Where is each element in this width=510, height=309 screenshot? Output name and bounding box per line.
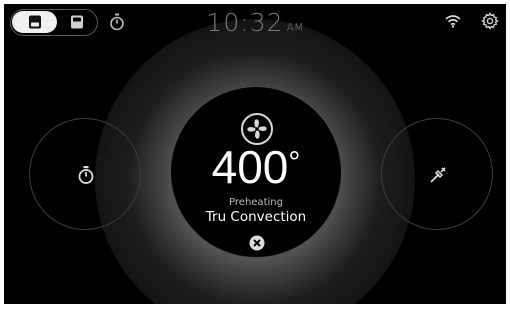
timer-icon — [78, 166, 94, 184]
probe-icon — [430, 167, 446, 183]
oven-display: 10:32 AM 400° Preheating Tru Convection — [4, 4, 506, 304]
temperature-readout: 400° — [171, 143, 341, 191]
temperature-value: 400 — [211, 141, 289, 193]
cook-status: Preheating — [229, 197, 283, 208]
cook-mode: Tru Convection — [205, 209, 307, 225]
timer-button[interactable] — [29, 118, 141, 230]
close-icon[interactable] — [249, 235, 265, 251]
clock-time: 10:32 — [206, 8, 284, 37]
temperature-dial[interactable]: 400° Preheating Tru Convection — [170, 86, 342, 258]
clock: 10:32 AM — [4, 8, 506, 37]
status-bar: 10:32 AM — [4, 4, 506, 42]
settings-gear-icon[interactable] — [481, 12, 499, 30]
probe-button[interactable] — [381, 118, 493, 230]
wifi-icon[interactable] — [445, 14, 461, 28]
degree-symbol: ° — [288, 146, 301, 179]
clock-ampm: AM — [286, 21, 304, 34]
